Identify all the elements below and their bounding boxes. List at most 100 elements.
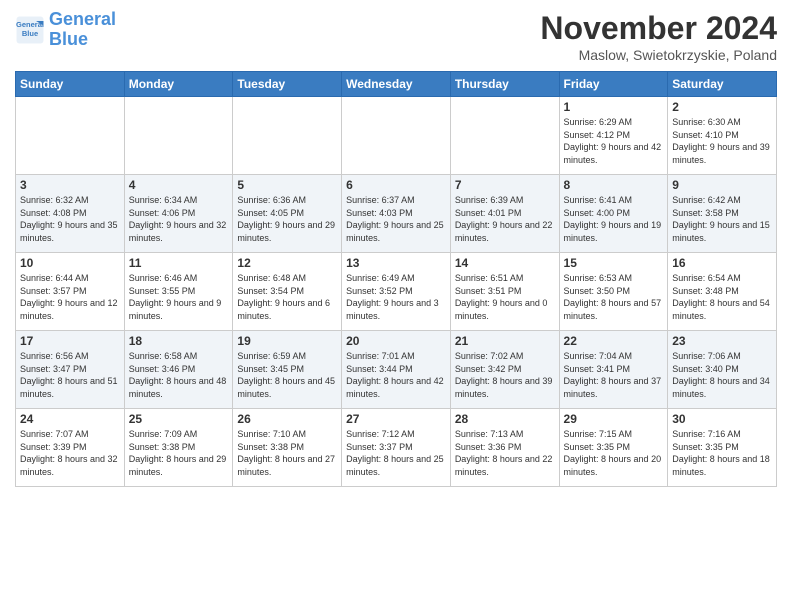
day-number: 9 — [672, 178, 772, 192]
calendar-cell: 16 Sunrise: 6:54 AM Sunset: 3:48 PM Dayli… — [668, 253, 777, 331]
day-number: 25 — [129, 412, 229, 426]
day-number: 10 — [20, 256, 120, 270]
day-info: Sunrise: 6:59 AM Sunset: 3:45 PM Dayligh… — [237, 350, 337, 400]
day-number: 17 — [20, 334, 120, 348]
day-number: 7 — [455, 178, 555, 192]
calendar-cell: 4 Sunrise: 6:34 AM Sunset: 4:06 PM Daylig… — [124, 175, 233, 253]
calendar-cell: 11 Sunrise: 6:46 AM Sunset: 3:55 PM Dayli… — [124, 253, 233, 331]
calendar-cell — [16, 97, 125, 175]
header: General Blue General Blue November 2024 … — [15, 10, 777, 63]
calendar-cell: 6 Sunrise: 6:37 AM Sunset: 4:03 PM Daylig… — [342, 175, 451, 253]
day-info: Sunrise: 7:09 AM Sunset: 3:38 PM Dayligh… — [129, 428, 229, 478]
calendar-cell: 18 Sunrise: 6:58 AM Sunset: 3:46 PM Dayli… — [124, 331, 233, 409]
day-info: Sunrise: 7:16 AM Sunset: 3:35 PM Dayligh… — [672, 428, 772, 478]
calendar-cell: 9 Sunrise: 6:42 AM Sunset: 3:58 PM Daylig… — [668, 175, 777, 253]
logo-icon: General Blue — [15, 15, 45, 45]
day-number: 1 — [564, 100, 664, 114]
calendar-cell: 21 Sunrise: 7:02 AM Sunset: 3:42 PM Dayli… — [450, 331, 559, 409]
week-row-5: 24Sunrise: 7:07 AM Sunset: 3:39 PM Dayli… — [16, 409, 777, 487]
day-info: Sunrise: 6:37 AM Sunset: 4:03 PM Dayligh… — [346, 194, 446, 244]
day-info: Sunrise: 6:53 AM Sunset: 3:50 PM Dayligh… — [564, 272, 664, 322]
day-number: 30 — [672, 412, 772, 426]
day-info: Sunrise: 6:51 AM Sunset: 3:51 PM Dayligh… — [455, 272, 555, 322]
calendar-cell: 14 Sunrise: 6:51 AM Sunset: 3:51 PM Dayli… — [450, 253, 559, 331]
calendar-cell — [124, 97, 233, 175]
calendar-cell: 13 Sunrise: 6:49 AM Sunset: 3:52 PM Dayli… — [342, 253, 451, 331]
week-row-2: 3 Sunrise: 6:32 AM Sunset: 4:08 PM Daylig… — [16, 175, 777, 253]
day-number: 15 — [564, 256, 664, 270]
day-info: Sunrise: 6:48 AM Sunset: 3:54 PM Dayligh… — [237, 272, 337, 322]
header-saturday: Saturday — [668, 72, 777, 97]
day-number: 26 — [237, 412, 337, 426]
day-info: Sunrise: 7:13 AM Sunset: 3:36 PM Dayligh… — [455, 428, 555, 478]
calendar-cell: 10 Sunrise: 6:44 AM Sunset: 3:57 PM Dayli… — [16, 253, 125, 331]
day-number: 5 — [237, 178, 337, 192]
day-info: Sunrise: 7:10 AM Sunset: 3:38 PM Dayligh… — [237, 428, 337, 478]
calendar-cell: 24Sunrise: 7:07 AM Sunset: 3:39 PM Dayli… — [16, 409, 125, 487]
header-sunday: Sunday — [16, 72, 125, 97]
day-number: 13 — [346, 256, 446, 270]
day-info: Sunrise: 6:46 AM Sunset: 3:55 PM Dayligh… — [129, 272, 229, 322]
calendar-cell: 2 Sunrise: 6:30 AM Sunset: 4:10 PM Daylig… — [668, 97, 777, 175]
header-wednesday: Wednesday — [342, 72, 451, 97]
day-info: Sunrise: 7:07 AM Sunset: 3:39 PM Dayligh… — [20, 428, 120, 478]
day-info: Sunrise: 6:56 AM Sunset: 3:47 PM Dayligh… — [20, 350, 120, 400]
day-info: Sunrise: 6:41 AM Sunset: 4:00 PM Dayligh… — [564, 194, 664, 244]
day-info: Sunrise: 6:32 AM Sunset: 4:08 PM Dayligh… — [20, 194, 120, 244]
day-info: Sunrise: 6:36 AM Sunset: 4:05 PM Dayligh… — [237, 194, 337, 244]
calendar-cell: 8 Sunrise: 6:41 AM Sunset: 4:00 PM Daylig… — [559, 175, 668, 253]
calendar-cell: 26 Sunrise: 7:10 AM Sunset: 3:38 PM Dayli… — [233, 409, 342, 487]
day-number: 23 — [672, 334, 772, 348]
day-number: 8 — [564, 178, 664, 192]
day-info: Sunrise: 6:29 AM Sunset: 4:12 PM Dayligh… — [564, 116, 664, 166]
week-row-3: 10 Sunrise: 6:44 AM Sunset: 3:57 PM Dayli… — [16, 253, 777, 331]
page: General Blue General Blue November 2024 … — [0, 0, 792, 612]
day-number: 14 — [455, 256, 555, 270]
day-number: 28 — [455, 412, 555, 426]
calendar-cell: 15 Sunrise: 6:53 AM Sunset: 3:50 PM Dayli… — [559, 253, 668, 331]
calendar-cell: 29 Sunrise: 7:15 AM Sunset: 3:35 PM Dayli… — [559, 409, 668, 487]
day-info: Sunrise: 6:42 AM Sunset: 3:58 PM Dayligh… — [672, 194, 772, 244]
calendar-cell: 5 Sunrise: 6:36 AM Sunset: 4:05 PM Daylig… — [233, 175, 342, 253]
day-number: 4 — [129, 178, 229, 192]
title-block: November 2024 Maslow, Swietokrzyskie, Po… — [540, 10, 777, 63]
day-info: Sunrise: 6:30 AM Sunset: 4:10 PM Dayligh… — [672, 116, 772, 166]
day-info: Sunrise: 6:54 AM Sunset: 3:48 PM Dayligh… — [672, 272, 772, 322]
day-number: 19 — [237, 334, 337, 348]
day-info: Sunrise: 6:34 AM Sunset: 4:06 PM Dayligh… — [129, 194, 229, 244]
logo-text: General Blue — [49, 10, 116, 50]
day-info: Sunrise: 6:44 AM Sunset: 3:57 PM Dayligh… — [20, 272, 120, 322]
calendar-cell: 12 Sunrise: 6:48 AM Sunset: 3:54 PM Dayli… — [233, 253, 342, 331]
calendar-cell: 7 Sunrise: 6:39 AM Sunset: 4:01 PM Daylig… — [450, 175, 559, 253]
month-title: November 2024 — [540, 10, 777, 47]
calendar-cell — [450, 97, 559, 175]
day-number: 21 — [455, 334, 555, 348]
week-row-1: 1 Sunrise: 6:29 AM Sunset: 4:12 PM Daylig… — [16, 97, 777, 175]
day-number: 3 — [20, 178, 120, 192]
day-info: Sunrise: 7:01 AM Sunset: 3:44 PM Dayligh… — [346, 350, 446, 400]
day-info: Sunrise: 6:39 AM Sunset: 4:01 PM Dayligh… — [455, 194, 555, 244]
header-thursday: Thursday — [450, 72, 559, 97]
day-number: 16 — [672, 256, 772, 270]
day-info: Sunrise: 6:49 AM Sunset: 3:52 PM Dayligh… — [346, 272, 446, 322]
day-number: 11 — [129, 256, 229, 270]
day-number: 29 — [564, 412, 664, 426]
day-number: 2 — [672, 100, 772, 114]
day-number: 6 — [346, 178, 446, 192]
weekday-header-row: Sunday Monday Tuesday Wednesday Thursday… — [16, 72, 777, 97]
day-info: Sunrise: 7:02 AM Sunset: 3:42 PM Dayligh… — [455, 350, 555, 400]
calendar-cell — [233, 97, 342, 175]
calendar-cell: 28 Sunrise: 7:13 AM Sunset: 3:36 PM Dayli… — [450, 409, 559, 487]
week-row-4: 17 Sunrise: 6:56 AM Sunset: 3:47 PM Dayli… — [16, 331, 777, 409]
day-number: 18 — [129, 334, 229, 348]
location: Maslow, Swietokrzyskie, Poland — [540, 47, 777, 63]
day-info: Sunrise: 7:06 AM Sunset: 3:40 PM Dayligh… — [672, 350, 772, 400]
day-info: Sunrise: 7:15 AM Sunset: 3:35 PM Dayligh… — [564, 428, 664, 478]
header-friday: Friday — [559, 72, 668, 97]
day-number: 27 — [346, 412, 446, 426]
day-info: Sunrise: 6:58 AM Sunset: 3:46 PM Dayligh… — [129, 350, 229, 400]
day-number: 20 — [346, 334, 446, 348]
calendar-cell: 30 Sunrise: 7:16 AM Sunset: 3:35 PM Dayli… — [668, 409, 777, 487]
day-info: Sunrise: 7:12 AM Sunset: 3:37 PM Dayligh… — [346, 428, 446, 478]
day-number: 12 — [237, 256, 337, 270]
